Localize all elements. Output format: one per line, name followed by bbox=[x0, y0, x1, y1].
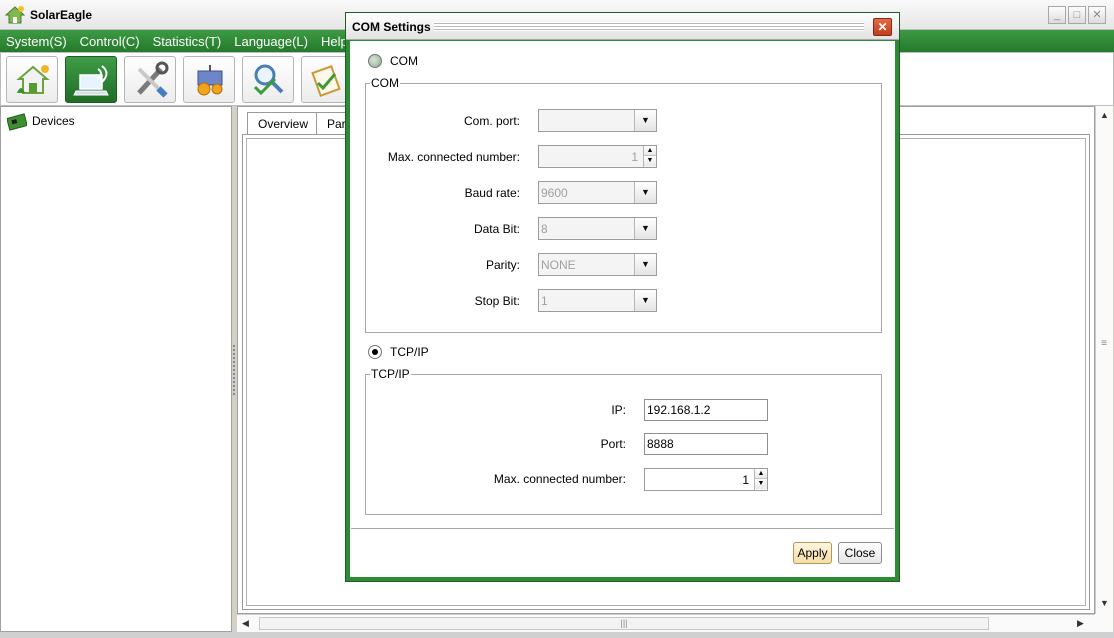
house-plant-icon bbox=[16, 65, 50, 94]
window-close-button[interactable]: ✕ bbox=[1088, 6, 1106, 24]
horizontal-scrollbar[interactable]: ◀ ||| ▶ bbox=[237, 614, 1095, 632]
com-port-select[interactable]: ▼ bbox=[538, 109, 657, 132]
spinner-up-icon[interactable]: ▲ bbox=[644, 146, 656, 156]
com-max-connected-spinner[interactable]: 1 ▲ ▼ bbox=[538, 145, 657, 168]
tab-overview[interactable]: Overview bbox=[247, 112, 320, 134]
baud-rate-label: Baud rate: bbox=[464, 186, 520, 200]
menu-statistics[interactable]: Statistics(T) bbox=[153, 34, 222, 49]
maximize-button[interactable]: □ bbox=[1068, 6, 1086, 24]
stop-bit-select[interactable]: 1 ▼ bbox=[538, 289, 657, 312]
scroll-right-icon[interactable]: ▶ bbox=[1077, 618, 1084, 629]
apply-button[interactable]: Apply bbox=[793, 542, 832, 564]
spinner-down-icon[interactable]: ▼ bbox=[755, 479, 767, 489]
port-label: Port: bbox=[600, 437, 626, 451]
parity-label: Parity: bbox=[485, 258, 520, 272]
data-bit-select[interactable]: 8 ▼ bbox=[538, 217, 657, 240]
ip-input[interactable]: 192.168.1.2 bbox=[644, 399, 768, 421]
device-board-icon bbox=[7, 113, 27, 131]
com-group-title: COM bbox=[370, 76, 400, 90]
tcpip-max-connected-spinner[interactable]: 1 ▲ ▼ bbox=[644, 468, 768, 491]
tcpip-radio-button[interactable] bbox=[368, 345, 382, 359]
stop-bit-label: Stop Bit: bbox=[474, 294, 520, 308]
device-gears-icon bbox=[197, 65, 223, 96]
chevron-down-icon[interactable]: ▼ bbox=[634, 110, 656, 131]
dialog-body: COM COM Com. port: ▼ Max. connected numb… bbox=[350, 41, 895, 577]
horizontal-scroll-thumb[interactable]: ||| bbox=[259, 617, 989, 630]
toolbar-device-button[interactable] bbox=[183, 56, 235, 103]
com-max-connected-label: Max. connected number: bbox=[387, 150, 520, 164]
com-settings-dialog: COM Settings ✕ COM COM Com. port: ▼ Max.… bbox=[345, 12, 900, 582]
status-strip bbox=[0, 632, 1114, 638]
com-port-label: Com. port: bbox=[463, 114, 520, 128]
menu-control[interactable]: Control(C) bbox=[80, 34, 140, 49]
toolbar-connection-button[interactable] bbox=[65, 56, 117, 103]
tcpip-max-connected-label: Max. connected number: bbox=[493, 472, 626, 486]
com-radio-option[interactable]: COM bbox=[368, 54, 418, 68]
ip-label: IP: bbox=[611, 403, 626, 417]
dialog-title-bar[interactable]: COM Settings ✕ bbox=[346, 13, 899, 40]
parity-select[interactable]: NONE ▼ bbox=[538, 253, 657, 276]
tree-node-devices[interactable]: Devices bbox=[32, 114, 75, 128]
spinner-down-icon[interactable]: ▼ bbox=[644, 156, 656, 166]
close-button[interactable]: Close bbox=[838, 542, 882, 564]
tools-icon bbox=[137, 61, 169, 98]
menu-system[interactable]: System(S) bbox=[6, 34, 67, 49]
device-tree-pane: Devices bbox=[0, 106, 232, 632]
checklist-icon bbox=[311, 65, 341, 97]
toolbar-settings-button[interactable] bbox=[124, 56, 176, 103]
minimize-button[interactable]: _ bbox=[1048, 6, 1066, 24]
app-logo-icon bbox=[4, 6, 26, 24]
scroll-left-icon[interactable]: ◀ bbox=[242, 618, 249, 629]
laptop-wireless-icon bbox=[73, 65, 109, 96]
com-radio-label: COM bbox=[390, 54, 418, 68]
com-group: COM Com. port: ▼ Max. connected number: … bbox=[365, 76, 882, 333]
chevron-down-icon[interactable]: ▼ bbox=[634, 290, 656, 311]
app-title: SolarEagle bbox=[30, 8, 93, 22]
search-check-icon bbox=[253, 64, 284, 96]
menu-help[interactable]: Help bbox=[321, 34, 348, 49]
tcpip-group-title: TCP/IP bbox=[370, 367, 411, 381]
toolbar-home-button[interactable] bbox=[6, 56, 58, 103]
tcpip-radio-label: TCP/IP bbox=[390, 345, 429, 359]
toolbar-search-button[interactable] bbox=[242, 56, 294, 103]
menu-language[interactable]: Language(L) bbox=[234, 34, 308, 49]
scroll-up-icon[interactable]: ▲ bbox=[1100, 110, 1109, 120]
chevron-down-icon[interactable]: ▼ bbox=[634, 218, 656, 239]
vertical-scrollbar[interactable]: ▲ ≡ ▼ bbox=[1095, 106, 1113, 614]
tcpip-group: TCP/IP IP: 192.168.1.2 Port: 8888 Max. c… bbox=[365, 367, 882, 515]
dialog-close-icon[interactable]: ✕ bbox=[873, 18, 892, 36]
data-bit-label: Data Bit: bbox=[473, 222, 520, 236]
com-radio-button[interactable] bbox=[368, 54, 382, 68]
dialog-title: COM Settings bbox=[352, 20, 431, 34]
baud-rate-select[interactable]: 9600 ▼ bbox=[538, 181, 657, 204]
tab-parameters[interactable]: Par bbox=[316, 112, 348, 134]
dialog-footer: Apply Close bbox=[351, 528, 894, 576]
tcpip-radio-option[interactable]: TCP/IP bbox=[368, 345, 429, 359]
scroll-grip-icon: ≡ bbox=[1101, 338, 1107, 349]
spinner-up-icon[interactable]: ▲ bbox=[755, 469, 767, 479]
scroll-down-icon[interactable]: ▼ bbox=[1100, 598, 1109, 608]
port-input[interactable]: 8888 bbox=[644, 433, 768, 455]
chevron-down-icon[interactable]: ▼ bbox=[634, 182, 656, 203]
chevron-down-icon[interactable]: ▼ bbox=[634, 254, 656, 275]
